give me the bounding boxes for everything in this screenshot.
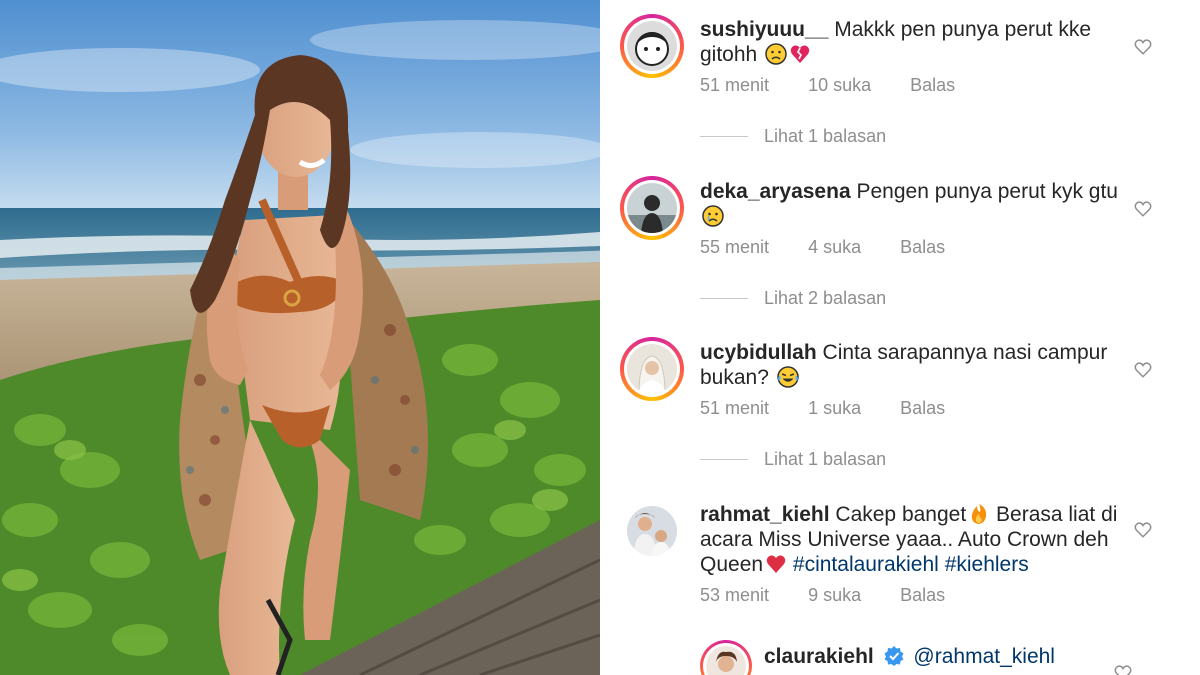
avatar-image: [706, 646, 746, 675]
reply-button[interactable]: Balas: [900, 398, 945, 418]
divider: [700, 136, 748, 137]
avatar[interactable]: [620, 337, 684, 401]
laughing-face-icon: [777, 366, 799, 388]
post-photo: [0, 0, 600, 675]
avatar[interactable]: [620, 499, 684, 563]
comment-likes[interactable]: 9 suka: [808, 585, 861, 605]
crying-face-icon: [702, 205, 724, 227]
view-replies-button[interactable]: Lihat 1 balasan: [700, 449, 886, 470]
comment-item: deka_aryasena Pengen punya perut kyk gtu…: [620, 176, 1180, 276]
hashtag-link[interactable]: #kiehlers: [945, 553, 1029, 576]
like-heart-icon[interactable]: [1134, 200, 1152, 218]
avatar[interactable]: [620, 176, 684, 240]
avatar-image: [627, 183, 677, 233]
comment-username[interactable]: claurakiehl: [764, 645, 874, 668]
like-heart-icon[interactable]: [1134, 38, 1152, 56]
comment-text: Cakep banget: [835, 503, 967, 526]
reply-button[interactable]: Balas: [900, 237, 945, 257]
comments-panel: sushiyuuu__ Makkk pen punya perut kke gi…: [600, 0, 1200, 675]
comment-username[interactable]: ucybidullah: [700, 341, 817, 364]
comment-time: 51 menit: [700, 398, 770, 418]
view-replies-button[interactable]: Lihat 1 balasan: [700, 126, 886, 147]
comment-likes[interactable]: 1 suka: [808, 398, 861, 418]
divider: [700, 459, 748, 460]
avatar[interactable]: [700, 640, 752, 675]
avatar-image: [627, 344, 677, 394]
comment-username[interactable]: rahmat_kiehl: [700, 503, 830, 526]
reply-button[interactable]: Balas: [900, 585, 945, 605]
comment-likes[interactable]: 10 suka: [808, 75, 871, 95]
fire-icon: [972, 504, 987, 524]
reply-item: claurakiehl @rahmat_kiehl: [700, 640, 1180, 675]
comment-username[interactable]: sushiyuuu__: [700, 18, 828, 41]
broken-heart-icon: [790, 45, 810, 63]
comment-item: sushiyuuu__ Makkk pen punya perut kke gi…: [620, 14, 1180, 134]
view-replies-label: Lihat 1 balasan: [764, 126, 887, 146]
comment-time: 55 menit: [700, 237, 770, 257]
comment-likes[interactable]: 4 suka: [808, 237, 861, 257]
comment-username[interactable]: deka_aryasena: [700, 180, 851, 203]
view-replies-button[interactable]: Lihat 2 balasan: [700, 288, 886, 309]
view-replies-label: Lihat 1 balasan: [764, 449, 887, 469]
hashtag-link[interactable]: #cintalaurakiehl: [793, 553, 939, 576]
comment-text: Pengen punya perut kyk gtu: [856, 180, 1118, 203]
avatar-image: [627, 21, 677, 71]
view-replies-label: Lihat 2 balasan: [764, 288, 887, 308]
avatar-image: [627, 506, 677, 556]
comment-time: 53 menit: [700, 585, 770, 605]
comment-item: ucybidullah Cinta sarapannya nasi campur…: [620, 337, 1180, 437]
like-heart-icon[interactable]: [1134, 521, 1152, 539]
avatar[interactable]: [620, 14, 684, 78]
comment-item: rahmat_kiehl Cakep banget Berasa liat di…: [620, 499, 1180, 619]
red-heart-icon: [766, 555, 786, 573]
like-heart-icon[interactable]: [1114, 664, 1132, 675]
verified-badge-icon: [884, 646, 904, 666]
mention-link[interactable]: @rahmat_kiehl: [913, 645, 1055, 668]
sad-face-icon: [765, 43, 787, 65]
reply-button[interactable]: Balas: [910, 75, 955, 95]
comment-time: 51 menit: [700, 75, 770, 95]
beach-photo: [0, 0, 600, 675]
divider: [700, 298, 748, 299]
like-heart-icon[interactable]: [1134, 361, 1152, 379]
